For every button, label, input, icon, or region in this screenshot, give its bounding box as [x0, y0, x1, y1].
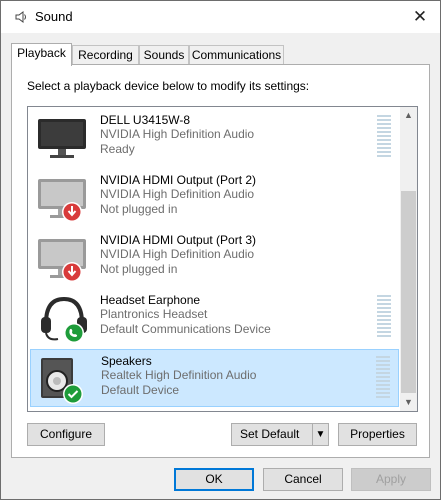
device-name: Speakers	[101, 354, 152, 368]
list-item[interactable]: NVIDIA HDMI Output (Port 3) NVIDIA High …	[30, 229, 399, 287]
monitor-icon	[38, 239, 86, 282]
scroll-down-icon[interactable]: ▼	[400, 394, 417, 411]
title-bar[interactable]: Sound ✕	[1, 1, 440, 33]
tab-playback[interactable]: Playback	[11, 43, 72, 66]
device-driver: NVIDIA High Definition Audio	[100, 127, 255, 141]
monitor-icon	[38, 179, 86, 222]
set-default-label: Set Default	[240, 427, 300, 441]
list-item-selected[interactable]: Speakers Realtek High Definition Audio D…	[30, 349, 399, 407]
device-status: Not plugged in	[100, 262, 178, 276]
playback-panel: Select a playback device below to modify…	[11, 64, 430, 458]
tab-recording[interactable]: Recording	[72, 45, 139, 65]
volume-meter	[377, 115, 391, 161]
green-phone-icon	[64, 323, 84, 343]
list-item[interactable]: DELL U3415W-8 NVIDIA High Definition Aud…	[30, 109, 399, 167]
device-status: Default Device	[101, 383, 180, 397]
device-status: Ready	[100, 142, 135, 156]
speaker-icon	[41, 358, 83, 404]
volume-meter	[377, 295, 391, 341]
device-status: Not plugged in	[100, 202, 178, 216]
headset-icon	[41, 296, 87, 343]
device-name: DELL U3415W-8	[100, 113, 191, 127]
device-driver: Plantronics Headset	[100, 307, 208, 321]
instruction-text: Select a playback device below to modify…	[27, 79, 310, 93]
monitor-icon	[38, 119, 86, 158]
device-driver: NVIDIA High Definition Audio	[100, 247, 255, 261]
device-driver: NVIDIA High Definition Audio	[100, 187, 255, 201]
list-item[interactable]: NVIDIA HDMI Output (Port 2) NVIDIA High …	[30, 169, 399, 227]
volume-meter	[376, 356, 390, 402]
device-name: NVIDIA HDMI Output (Port 2)	[100, 173, 257, 187]
device-status: Default Communications Device	[100, 322, 271, 336]
red-down-arrow-icon	[62, 202, 82, 222]
green-check-icon	[63, 384, 83, 404]
list-item[interactable]: Headset Earphone Plantronics Headset Def…	[30, 289, 399, 347]
device-driver: Realtek High Definition Audio	[101, 368, 257, 382]
scroll-up-icon[interactable]: ▲	[400, 107, 417, 124]
tab-communications[interactable]: Communications	[189, 45, 284, 65]
apply-button[interactable]: Apply	[351, 468, 431, 491]
tab-sounds[interactable]: Sounds	[139, 45, 189, 65]
speaker-title-icon	[15, 11, 26, 23]
device-name: Headset Earphone	[100, 293, 201, 307]
ok-button[interactable]: OK	[174, 468, 254, 491]
cancel-button[interactable]: Cancel	[263, 468, 343, 491]
chevron-down-icon[interactable]: ▼	[312, 424, 328, 445]
window-title: Sound	[35, 9, 73, 24]
close-button[interactable]: ✕	[408, 5, 432, 29]
device-list[interactable]: DELL U3415W-8 NVIDIA High Definition Aud…	[27, 106, 418, 412]
properties-button[interactable]: Properties	[338, 423, 417, 446]
red-down-arrow-icon	[62, 262, 82, 282]
sound-dialog: Sound ✕ Playback Recording Sounds Commun…	[0, 0, 441, 500]
device-name: NVIDIA HDMI Output (Port 3)	[100, 233, 257, 247]
configure-button[interactable]: Configure	[27, 423, 105, 446]
scroll-thumb[interactable]	[401, 191, 416, 393]
set-default-button[interactable]: Set Default ▼	[231, 423, 329, 446]
vertical-scrollbar[interactable]: ▲ ▼	[400, 107, 417, 411]
